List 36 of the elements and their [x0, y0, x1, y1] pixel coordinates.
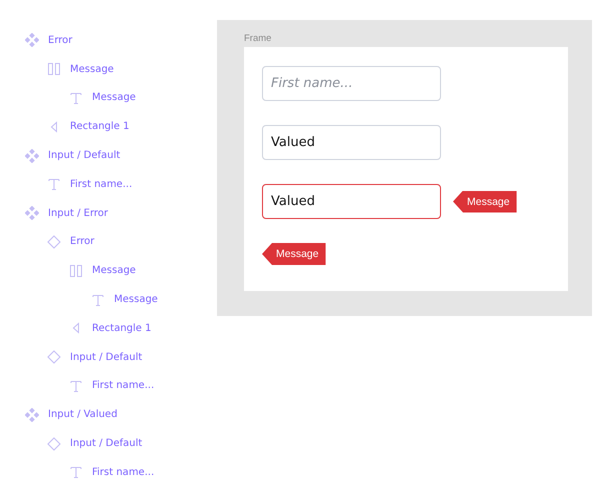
text-icon — [91, 292, 105, 307]
text-icon — [69, 465, 83, 480]
columns-icon — [47, 62, 61, 76]
layer-name[interactable]: Message — [92, 265, 136, 276]
layer-name[interactable]: Input / Default — [70, 438, 142, 450]
layer-name[interactable]: Input / Error — [48, 208, 108, 219]
diamond-icon — [47, 350, 61, 364]
component-icon — [25, 408, 39, 422]
component-icon — [25, 33, 39, 48]
layer-name[interactable]: Input / Default — [48, 150, 120, 162]
layer-name[interactable]: Message — [70, 64, 114, 75]
text-icon — [47, 177, 61, 192]
component-icon — [25, 148, 39, 163]
text-icon — [69, 378, 83, 393]
layer-name[interactable]: Rectangle 1 — [92, 322, 152, 334]
layer-name[interactable]: Message — [92, 92, 136, 104]
frame-label[interactable]: Frame — [244, 33, 272, 47]
layer-name[interactable]: Rectangle 1 — [70, 121, 130, 132]
diamond-icon — [47, 234, 61, 249]
layer-name[interactable]: First name... — [92, 380, 154, 392]
layer-name[interactable]: Error — [48, 34, 72, 46]
layer-name[interactable]: Input / Valued — [48, 409, 118, 420]
layer-name[interactable]: First name... — [70, 178, 132, 190]
input-field[interactable]: Valued — [262, 125, 441, 160]
input-field[interactable]: Valued — [262, 184, 441, 219]
layer-name[interactable]: Input / Default — [70, 352, 142, 363]
layer-name[interactable]: Message — [114, 294, 158, 306]
message-tag: Message — [453, 190, 517, 212]
layer-name[interactable]: Error — [70, 236, 94, 248]
columns-icon — [69, 264, 83, 278]
text-icon — [69, 90, 83, 105]
component-icon — [25, 206, 39, 220]
message-tag: Message — [262, 243, 326, 265]
layer-name[interactable]: First name... — [92, 466, 154, 478]
diamond-icon — [47, 436, 61, 451]
input-field[interactable]: First name... — [262, 66, 441, 101]
